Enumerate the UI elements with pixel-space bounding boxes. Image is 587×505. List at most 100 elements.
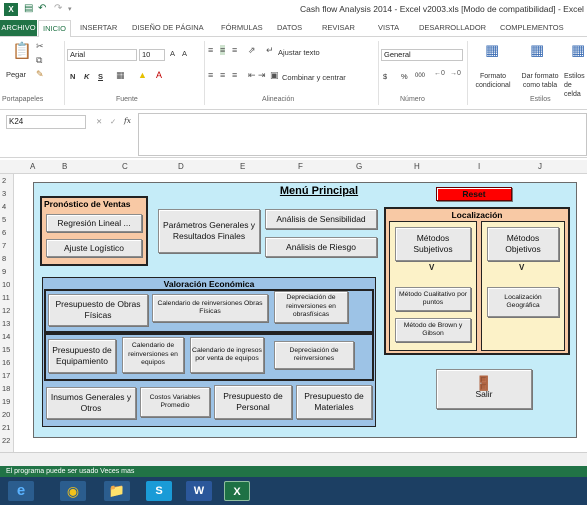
equipment-budget-button[interactable]: Presupuesto de Equipamiento (48, 339, 116, 373)
tab-complementos[interactable]: COMPLEMENTOS (500, 23, 564, 32)
bold-button[interactable]: N (70, 72, 75, 81)
row-header[interactable]: 6 (2, 228, 6, 237)
row-header[interactable]: 8 (2, 254, 6, 263)
tab-formulas[interactable]: FÓRMULAS (221, 23, 263, 32)
row-header[interactable]: 7 (2, 241, 6, 250)
row-header[interactable]: 11 (2, 293, 10, 302)
tab-diseno[interactable]: DISEÑO DE PÁGINA (132, 23, 204, 32)
col-header-i[interactable]: I (478, 162, 480, 171)
row-header[interactable]: 12 (2, 306, 10, 315)
fx-icon[interactable]: fx (124, 116, 131, 125)
align-bottom-icon[interactable]: ≡ (232, 45, 237, 55)
col-header-e[interactable]: E (240, 162, 245, 171)
file-explorer-icon[interactable]: 📁 (104, 481, 130, 501)
decrease-indent-icon[interactable]: ⇤ (248, 70, 256, 81)
works-budget-button[interactable]: Presupuesto de Obras Físicas (48, 294, 148, 326)
increase-decimal-icon[interactable]: ←0 (434, 70, 445, 77)
font-color-icon[interactable]: A (156, 70, 162, 80)
works-reinvestment-calendar-button[interactable]: Calendario de reinversiones Obras Física… (152, 294, 268, 322)
align-center-icon[interactable]: ≡ (220, 70, 225, 80)
paste-button[interactable]: Pegar (6, 70, 26, 79)
materials-budget-button[interactable]: Presupuesto de Materiales (296, 385, 372, 419)
increase-indent-icon[interactable]: ⇥ (258, 70, 266, 81)
personnel-budget-button[interactable]: Presupuesto de Personal (214, 385, 292, 419)
formula-input[interactable] (138, 113, 587, 156)
cancel-icon[interactable]: ✕ (96, 117, 102, 126)
align-middle-icon[interactable]: ≡ (220, 45, 226, 55)
general-inputs-button[interactable]: Insumos Generales y Otros (46, 387, 136, 419)
enter-icon[interactable]: ✓ (110, 117, 116, 126)
cell-styles-button[interactable]: Estilos de celda (564, 72, 587, 99)
decrease-decimal-icon[interactable]: →0 (450, 70, 461, 77)
align-top-icon[interactable]: ≡ (208, 45, 213, 55)
font-name-select[interactable]: Arial (67, 49, 137, 61)
geographic-location-button[interactable]: Localización Geográfica (487, 287, 559, 317)
number-format-select[interactable]: General (381, 49, 463, 61)
font-size-select[interactable]: 10 (139, 49, 165, 61)
brown-gibson-button[interactable]: Método de Brown y Gibson (395, 318, 471, 342)
percent-button[interactable]: % (401, 72, 408, 81)
col-header-g[interactable]: G (356, 162, 362, 171)
redo-icon[interactable]: ↷ (54, 3, 62, 14)
col-header-d[interactable]: D (178, 162, 184, 171)
logistic-fit-button[interactable]: Ajuste Logístico (46, 239, 142, 257)
ie-icon[interactable]: e (8, 481, 34, 501)
subjective-methods-button[interactable]: Métodos Subjetivos (395, 227, 471, 261)
merge-center-button[interactable]: Combinar y centrar (282, 73, 346, 82)
tab-revisar[interactable]: REVISAR (322, 23, 355, 32)
variable-costs-button[interactable]: Costos Variables Promedio (140, 387, 210, 417)
italic-button[interactable]: K (84, 72, 89, 81)
row-header[interactable]: 19 (2, 397, 10, 406)
col-header-a[interactable]: A (30, 162, 35, 171)
row-header[interactable]: 22 (2, 436, 10, 445)
conditional-format-icon[interactable]: ▦ (485, 41, 499, 59)
row-header[interactable]: 15 (2, 345, 10, 354)
align-right-icon[interactable]: ≡ (232, 70, 237, 80)
row-header[interactable]: 13 (2, 319, 10, 328)
chrome-icon[interactable]: ◉ (60, 481, 86, 501)
risk-analysis-button[interactable]: Análisis de Riesgo (265, 237, 377, 257)
horizontal-scrollbar[interactable] (0, 452, 587, 466)
reinvestment-depreciation-button[interactable]: Depreciación de reinversiones (274, 341, 354, 369)
format-painter-icon[interactable]: ✎ (36, 69, 44, 80)
col-header-f[interactable]: F (298, 162, 303, 171)
cut-icon[interactable]: ✂ (36, 41, 44, 52)
col-header-b[interactable]: B (62, 162, 67, 171)
row-header[interactable]: 18 (2, 384, 10, 393)
equipment-sales-calendar-button[interactable]: Calendario de ingresos por venta de equi… (190, 337, 264, 373)
paste-icon[interactable]: 📋 (12, 41, 32, 61)
tab-insertar[interactable]: INSERTAR (80, 23, 117, 32)
shrink-font-icon[interactable]: A (182, 49, 187, 58)
align-left-icon[interactable]: ≡ (208, 70, 213, 80)
objective-methods-button[interactable]: Métodos Objetivos (487, 227, 559, 261)
general-parameters-button[interactable]: Parámetros Generales y Resultados Finale… (158, 209, 260, 253)
excel-taskbar-icon[interactable]: X (224, 481, 250, 501)
col-header-c[interactable]: C (122, 162, 128, 171)
linear-regression-button[interactable]: Regresión Lineal ... (46, 214, 142, 232)
row-header[interactable]: 9 (2, 267, 6, 276)
row-header[interactable]: 4 (2, 202, 6, 211)
equipment-reinvestment-calendar-button[interactable]: Calendario de reinversiones en equipos (122, 337, 184, 373)
tab-inicio[interactable]: INICIO (38, 20, 71, 37)
row-header[interactable]: 14 (2, 332, 10, 341)
cell-styles-icon[interactable]: ▦ (571, 41, 585, 59)
col-header-h[interactable]: H (414, 162, 420, 171)
tab-datos[interactable]: DATOS (277, 23, 302, 32)
row-header[interactable]: 17 (2, 371, 10, 380)
borders-icon[interactable]: ▦ (116, 70, 125, 81)
col-header-j[interactable]: J (538, 162, 542, 171)
sensitivity-analysis-button[interactable]: Análisis de Sensibilidad (265, 209, 377, 229)
exit-button[interactable]: 🚪 Salir (436, 369, 532, 409)
tab-archivo[interactable]: ARCHIVO (0, 20, 37, 36)
fill-color-icon[interactable]: ▲ (138, 70, 147, 80)
name-box[interactable]: K24 (6, 115, 86, 129)
customize-qat-icon[interactable]: ▾ (68, 5, 72, 13)
excel-app-icon[interactable]: X (4, 3, 18, 16)
word-icon[interactable]: W (186, 481, 212, 501)
tab-vista[interactable]: VISTA (378, 23, 399, 32)
merge-icon[interactable]: ▣ (270, 70, 279, 81)
row-header[interactable]: 20 (2, 410, 10, 419)
currency-button[interactable]: $ (383, 72, 387, 81)
table-format-button[interactable]: Dar formato como tabla (517, 72, 563, 90)
row-header[interactable]: 3 (2, 189, 6, 198)
